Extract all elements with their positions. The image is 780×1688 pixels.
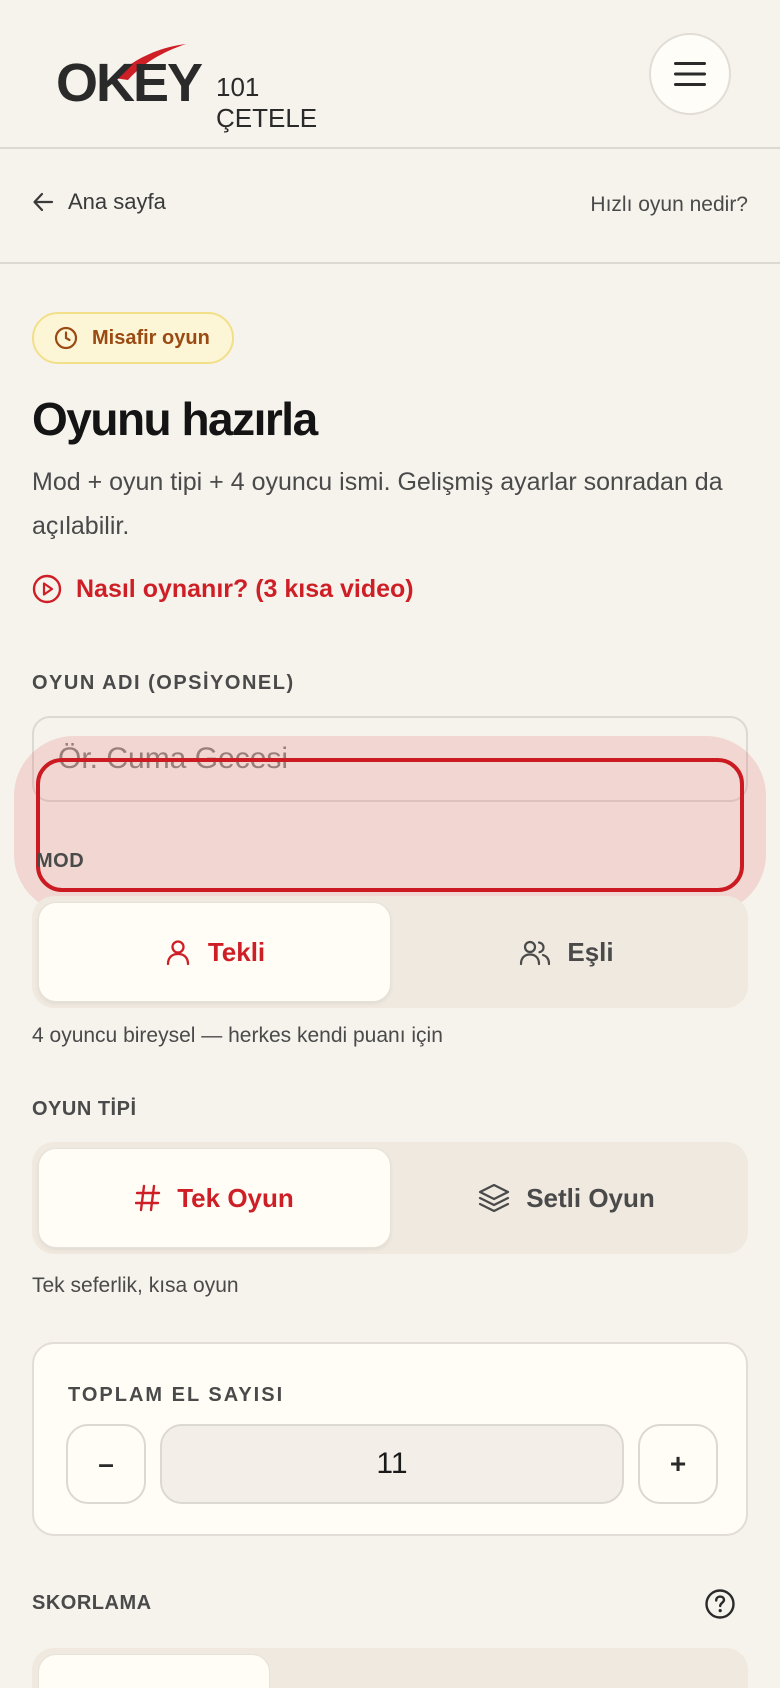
- scoring-segmented-control: [32, 1648, 748, 1688]
- back-home-link[interactable]: Ana sayfa: [32, 189, 166, 215]
- sub-navigation: Ana sayfa Hızlı oyun nedir?: [0, 149, 780, 264]
- hash-icon: [135, 1184, 161, 1212]
- arrow-left-icon: [33, 192, 54, 212]
- user-icon: [166, 940, 189, 966]
- how-to-play-video-link[interactable]: Nasıl oynanır? (3 kısa video): [32, 574, 414, 604]
- app-header: OKEY 101 ÇETELE: [0, 0, 780, 149]
- scoring-option-first[interactable]: [38, 1654, 270, 1688]
- game-type-label: OYUN TİPİ: [32, 1098, 137, 1120]
- help-circle-icon[interactable]: [704, 1588, 736, 1620]
- hand-count-label: TOPLAM EL SAYISI: [68, 1384, 285, 1406]
- game-type-segmented-control: Tek Oyun Setli Oyun: [32, 1142, 748, 1254]
- hand-count-decrement-button[interactable]: –: [66, 1424, 146, 1504]
- mode-option-tekli[interactable]: Tekli: [38, 902, 391, 1002]
- game-type-option-tek-oyun[interactable]: Tek Oyun: [38, 1148, 391, 1248]
- guest-game-badge: Misafir oyun: [32, 312, 234, 364]
- layers-icon: [479, 1183, 510, 1213]
- scoring-label: SKORLAMA: [32, 1592, 152, 1614]
- brand-logo[interactable]: OKEY 101 ÇETELE: [56, 42, 356, 133]
- page: OKEY 101 ÇETELE Ana sayfa Hızlı oyun ned…: [0, 0, 780, 1688]
- page-description: Mod + oyun tipi + 4 oyuncu ismi. Gelişmi…: [32, 468, 723, 540]
- hand-count-card: TOPLAM EL SAYISI – 11 +: [32, 1342, 748, 1536]
- menu-button[interactable]: [649, 33, 731, 115]
- hamburger-icon: [674, 62, 706, 86]
- play-circle-icon: [32, 574, 62, 604]
- how-to-play-label: Nasıl oynanır? (3 kısa video): [76, 574, 414, 603]
- hand-count-value[interactable]: 11: [160, 1424, 624, 1504]
- game-type-option-setli-oyun[interactable]: Setli Oyun: [391, 1148, 742, 1248]
- game-name-label: OYUN ADI (OPSİYONEL): [32, 672, 295, 694]
- hand-count-increment-button[interactable]: +: [638, 1424, 718, 1504]
- logo-sub-text: 101 ÇETELE: [216, 72, 318, 133]
- page-title: Oyunu hazırla: [32, 393, 318, 445]
- game-type-option-setli-oyun-label: Setli Oyun: [526, 1182, 655, 1213]
- back-home-label: Ana sayfa: [68, 189, 166, 214]
- quick-game-help-link[interactable]: Hızlı oyun nedir?: [590, 193, 748, 217]
- mode-option-esli[interactable]: Eşli: [391, 902, 742, 1002]
- guest-game-label: Misafir oyun: [92, 326, 210, 349]
- game-type-option-tek-oyun-label: Tek Oyun: [177, 1182, 294, 1213]
- logo-main-text: OKEY: [56, 53, 203, 113]
- mode-label: MOD: [36, 850, 85, 872]
- users-icon: [520, 940, 551, 966]
- mode-segmented-control: Tekli Eşli: [32, 896, 748, 1008]
- mode-option-esli-label: Eşli: [567, 936, 614, 967]
- focus-highlight-box: [36, 758, 744, 892]
- game-type-helper-text: Tek seferlik, kısa oyun: [32, 1274, 239, 1297]
- clock-icon: [54, 326, 78, 350]
- mode-option-tekli-label: Tekli: [207, 936, 266, 967]
- mode-helper-text: 4 oyuncu bireysel — herkes kendi puanı i…: [32, 1024, 443, 1047]
